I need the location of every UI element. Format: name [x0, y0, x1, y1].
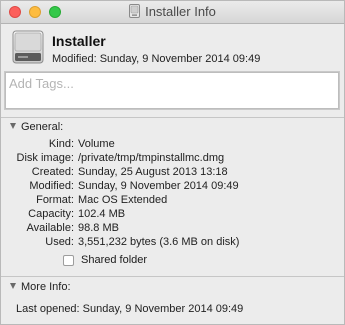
used-value: 3,551,232 bytes (3.6 MB on disk): [78, 236, 240, 248]
section-divider: [1, 117, 344, 118]
file-header: Installer Modified: Sunday, 9 November 2…: [1, 24, 344, 71]
modified-value: Sunday, 9 November 2014 09:49: [78, 180, 239, 192]
kind-value: Volume: [78, 138, 115, 150]
capacity-label: Capacity:: [28, 208, 74, 220]
more-info-heading: More Info:: [21, 281, 71, 293]
shared-folder-option[interactable]: Shared folder: [63, 254, 147, 266]
shared-folder-label: Shared folder: [81, 254, 148, 266]
title-bar[interactable]: Installer Info: [1, 1, 344, 24]
modified-label: Modified:: [29, 180, 74, 192]
created-value: Sunday, 25 August 2013 13:18: [78, 166, 228, 178]
last-opened: Last opened: Sunday, 9 November 2014 09:…: [16, 303, 244, 315]
more-info-section-toggle[interactable]: More Info:: [10, 281, 71, 293]
file-modified: Modified: Sunday, 9 November 2014 09:49: [52, 53, 261, 65]
disk-image-label: Disk image:: [16, 152, 74, 164]
capacity-value: 102.4 MB: [78, 208, 126, 220]
window-title-area: Installer Info: [1, 4, 344, 19]
disk-icon: [129, 4, 141, 18]
tags-input[interactable]: [9, 76, 329, 91]
created-label: Created:: [31, 166, 74, 178]
kind-label: Kind:: [48, 138, 74, 150]
tags-field-container[interactable]: [4, 71, 340, 110]
external-drive-icon: [12, 30, 44, 64]
general-heading: General:: [21, 121, 64, 133]
disk-image-value: /private/tmp/tmpinstallmc.dmg: [78, 152, 225, 164]
general-section-toggle[interactable]: General:: [10, 121, 63, 133]
file-name: Installer: [52, 33, 106, 49]
used-label: Used:: [45, 236, 74, 248]
available-value: 98.8 MB: [78, 222, 119, 234]
available-label: Available:: [26, 222, 75, 234]
disclosure-triangle-icon[interactable]: [10, 123, 16, 129]
format-label: Format:: [36, 194, 74, 206]
general-info-grid: Kind: Volume Disk image: /private/tmp/tm…: [1, 138, 344, 249]
section-divider: [1, 276, 344, 277]
shared-folder-checkbox[interactable]: [63, 254, 74, 266]
format-value: Mac OS Extended: [78, 194, 168, 206]
disclosure-triangle-icon[interactable]: [10, 283, 16, 289]
info-window: Installer Info Installer Modified: Sunda…: [0, 0, 345, 325]
window-title: Installer Info: [145, 4, 216, 19]
